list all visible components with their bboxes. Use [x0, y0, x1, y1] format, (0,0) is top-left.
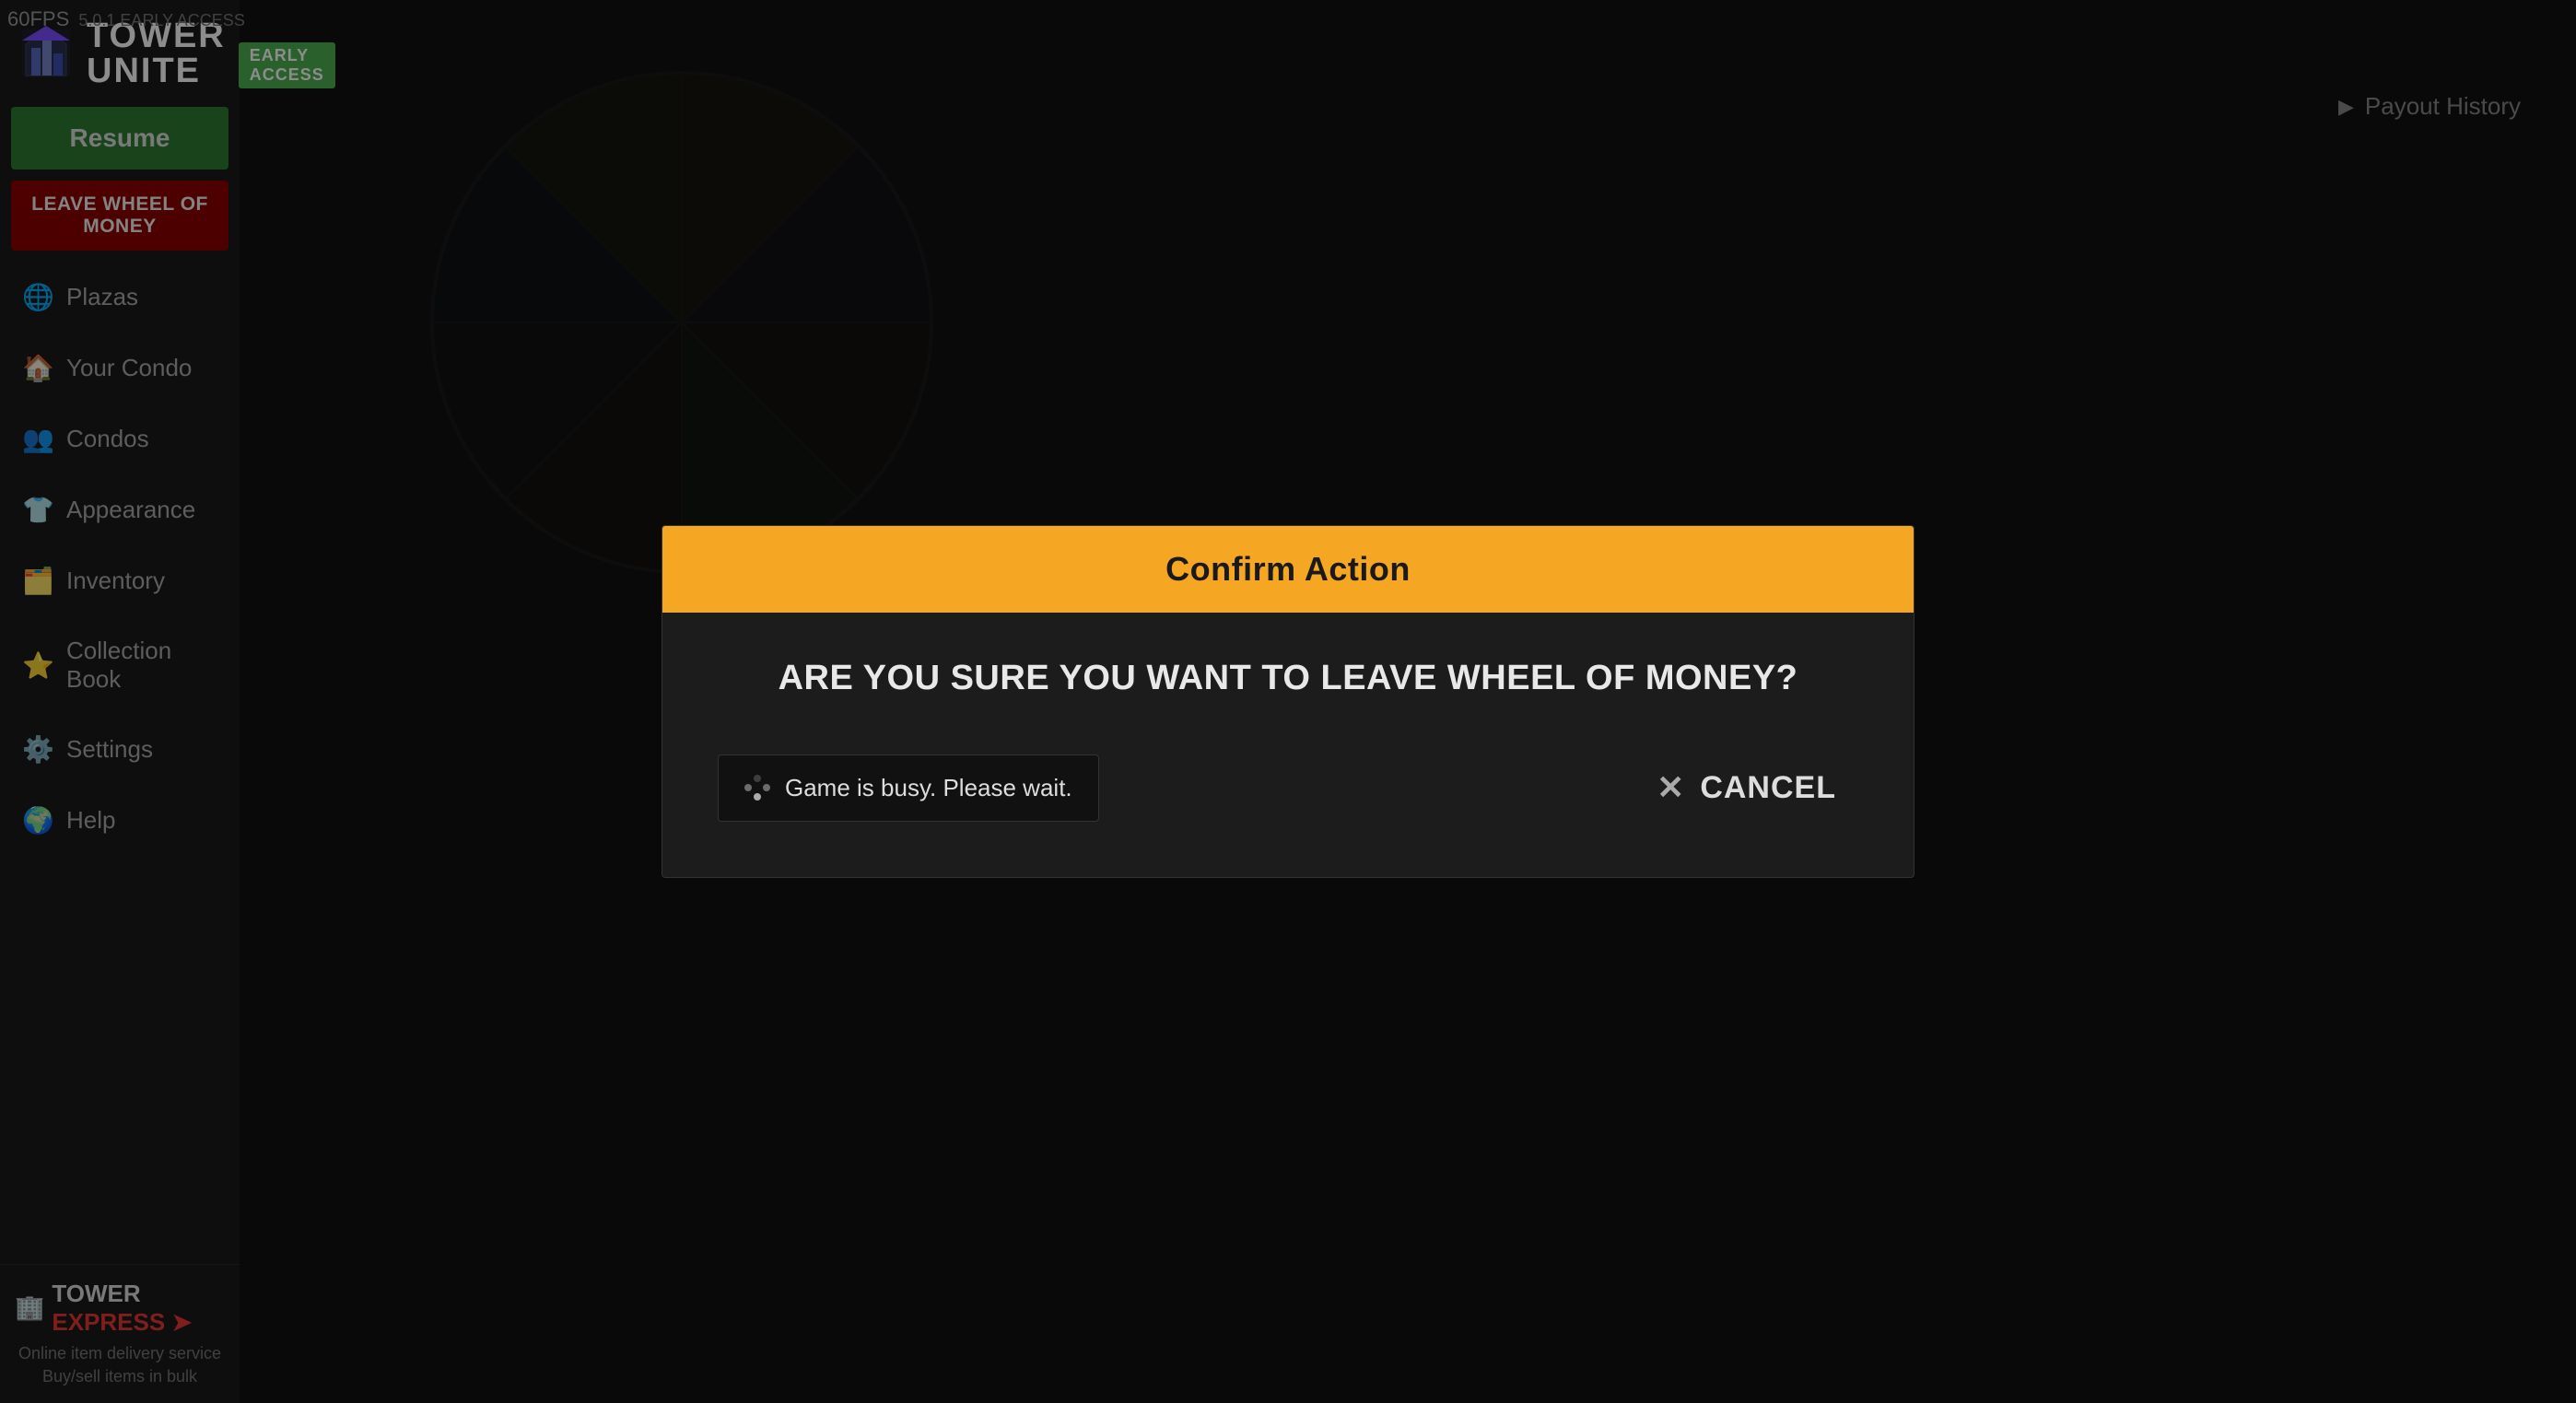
dialog-overlay: Confirm Action ARE YOU SURE YOU WANT TO …: [0, 0, 2576, 1403]
spinner-dot-4: [744, 784, 752, 791]
dialog-body: ARE YOU SURE YOU WANT TO LEAVE WHEEL OF …: [662, 613, 1914, 877]
loading-spinner: [744, 775, 770, 801]
cancel-x-icon: ✕: [1657, 768, 1685, 807]
busy-message-text: Game is busy. Please wait.: [785, 774, 1072, 802]
game-busy-message: Game is busy. Please wait.: [718, 754, 1099, 822]
dialog-header: Confirm Action: [662, 526, 1914, 613]
cancel-label: CANCEL: [1700, 770, 1836, 806]
cancel-button[interactable]: ✕ CANCEL: [1634, 754, 1858, 822]
spinner-dot-3: [754, 793, 761, 801]
spinner-dot-2: [763, 784, 770, 791]
spinner-dot-1: [754, 775, 761, 782]
dialog-question: ARE YOU SURE YOU WANT TO LEAVE WHEEL OF …: [718, 659, 1858, 698]
dialog-title: Confirm Action: [1165, 550, 1411, 588]
confirm-dialog: Confirm Action ARE YOU SURE YOU WANT TO …: [662, 525, 1914, 878]
dialog-footer: Game is busy. Please wait. ✕ CANCEL: [718, 754, 1858, 840]
